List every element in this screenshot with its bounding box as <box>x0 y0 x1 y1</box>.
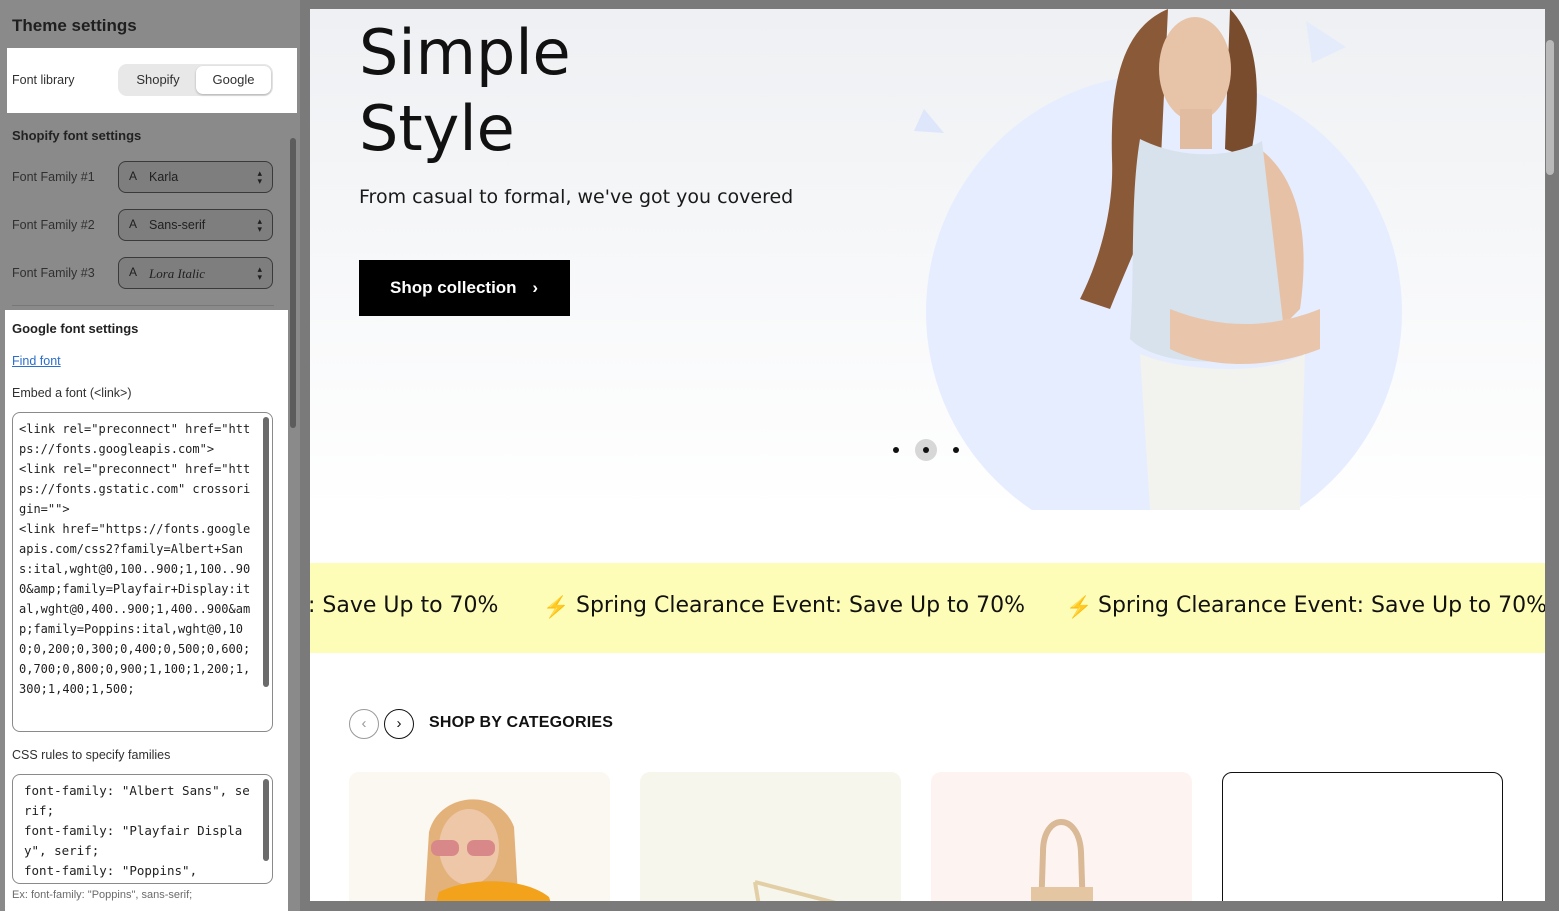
lightning-icon: ⚡ <box>1066 596 1093 619</box>
font-library-option-google[interactable]: Google <box>196 66 271 94</box>
triangle-decoration <box>914 109 944 133</box>
marquee-text: Spring Clearance Event: Save Up to 70% <box>576 593 1026 618</box>
categories-next-button[interactable]: › <box>384 709 414 739</box>
textarea-scrollbar[interactable] <box>263 417 269 687</box>
sidebar-scrollbar[interactable] <box>290 138 296 428</box>
announcement-marquee: : Save Up to 70% ⚡ Spring Clearance Even… <box>310 563 1545 653</box>
slide-pagination <box>886 439 966 461</box>
font-family-1-value: Karla <box>149 170 179 184</box>
font-family-1-label: Font Family #1 <box>12 170 95 184</box>
category-card[interactable] <box>931 772 1192 901</box>
select-chevron-icon: ▴ ▾ <box>257 216 262 234</box>
hero-title-line-2: Style <box>359 92 515 165</box>
font-library-label: Font library <box>12 73 75 87</box>
font-icon: A <box>129 265 138 279</box>
embed-code-textarea[interactable]: <link rel="preconnect" href="https://fon… <box>12 412 273 732</box>
shop-collection-button[interactable]: Shop collection › <box>359 260 570 316</box>
marquee-text: Spring Clearance Event: Save Up to 70% <box>1098 593 1545 618</box>
shop-collection-label: Shop collection <box>390 278 517 297</box>
sidebar-title: Theme settings <box>12 16 137 35</box>
font-family-3-label: Font Family #3 <box>12 266 95 280</box>
divider <box>12 305 274 306</box>
font-library-toggle[interactable]: Shopify Google <box>118 64 273 96</box>
slide-dot-2-active[interactable] <box>915 439 937 461</box>
font-icon: A <box>129 169 138 183</box>
css-rules-textarea[interactable]: font-family: "Albert Sans", serif; font-… <box>12 774 273 884</box>
category-card[interactable] <box>640 772 901 901</box>
category-image-bag <box>1031 819 1093 901</box>
category-card[interactable] <box>1222 772 1503 901</box>
textarea-scrollbar[interactable] <box>263 779 269 861</box>
hero-subtitle: From casual to formal, we've got you cov… <box>359 186 794 208</box>
model-image <box>1080 9 1320 510</box>
hero-section: Simple Style From casual to formal, we'v… <box>310 9 1545 510</box>
preview-scrollbar[interactable] <box>1546 40 1554 175</box>
embed-font-label: Embed a font (<link>) <box>12 386 132 400</box>
storefront-preview: Simple Style From casual to formal, we'v… <box>310 9 1545 901</box>
font-family-2-value: Sans-serif <box>149 218 206 232</box>
slide-dot-1[interactable] <box>893 447 899 453</box>
lightning-icon: ⚡ <box>543 596 570 619</box>
hero-title: Simple Style <box>359 15 571 167</box>
categories-prev-button[interactable]: ‹ <box>349 709 379 739</box>
shopify-font-settings-heading: Shopify font settings <box>12 128 142 143</box>
embed-code-text: <link rel="preconnect" href="https://fon… <box>19 422 251 696</box>
font-family-1-select[interactable]: A Karla ▴ ▾ <box>118 161 273 193</box>
select-chevron-icon: ▴ ▾ <box>257 264 262 282</box>
font-family-2-select[interactable]: A Sans-serif ▴ ▾ <box>118 209 273 241</box>
google-font-settings-heading: Google font settings <box>12 321 139 336</box>
font-library-card: Font library Shopify Google <box>7 48 297 113</box>
font-family-3-select[interactable]: A Lora Italic ▴ ▾ <box>118 257 273 289</box>
font-library-option-shopify[interactable]: Shopify <box>120 66 196 94</box>
category-card[interactable] <box>349 772 610 901</box>
font-icon: A <box>129 217 138 231</box>
css-rules-text: font-family: "Albert Sans", serif; font-… <box>24 783 250 878</box>
find-font-link[interactable]: Find font <box>12 354 61 368</box>
css-example-hint: Ex: font-family: "Poppins", sans-serif; <box>12 889 193 901</box>
font-family-2-label: Font Family #2 <box>12 218 95 232</box>
css-rules-label: CSS rules to specify families <box>12 748 171 762</box>
chevron-right-icon: › <box>532 278 538 297</box>
hero-title-line-1: Simple <box>359 16 571 89</box>
category-image-model <box>424 799 551 901</box>
marquee-text-partial: : Save Up to 70% <box>310 593 499 618</box>
font-family-3-value: Lora Italic <box>149 266 205 281</box>
select-chevron-icon: ▴ ▾ <box>257 168 262 186</box>
theme-settings-sidebar: Theme settings Font library Shopify Goog… <box>0 0 300 911</box>
category-image-sunglasses <box>753 880 837 901</box>
categories-heading: SHOP BY CATEGORIES <box>429 714 614 731</box>
slide-dot-3[interactable] <box>953 447 959 453</box>
